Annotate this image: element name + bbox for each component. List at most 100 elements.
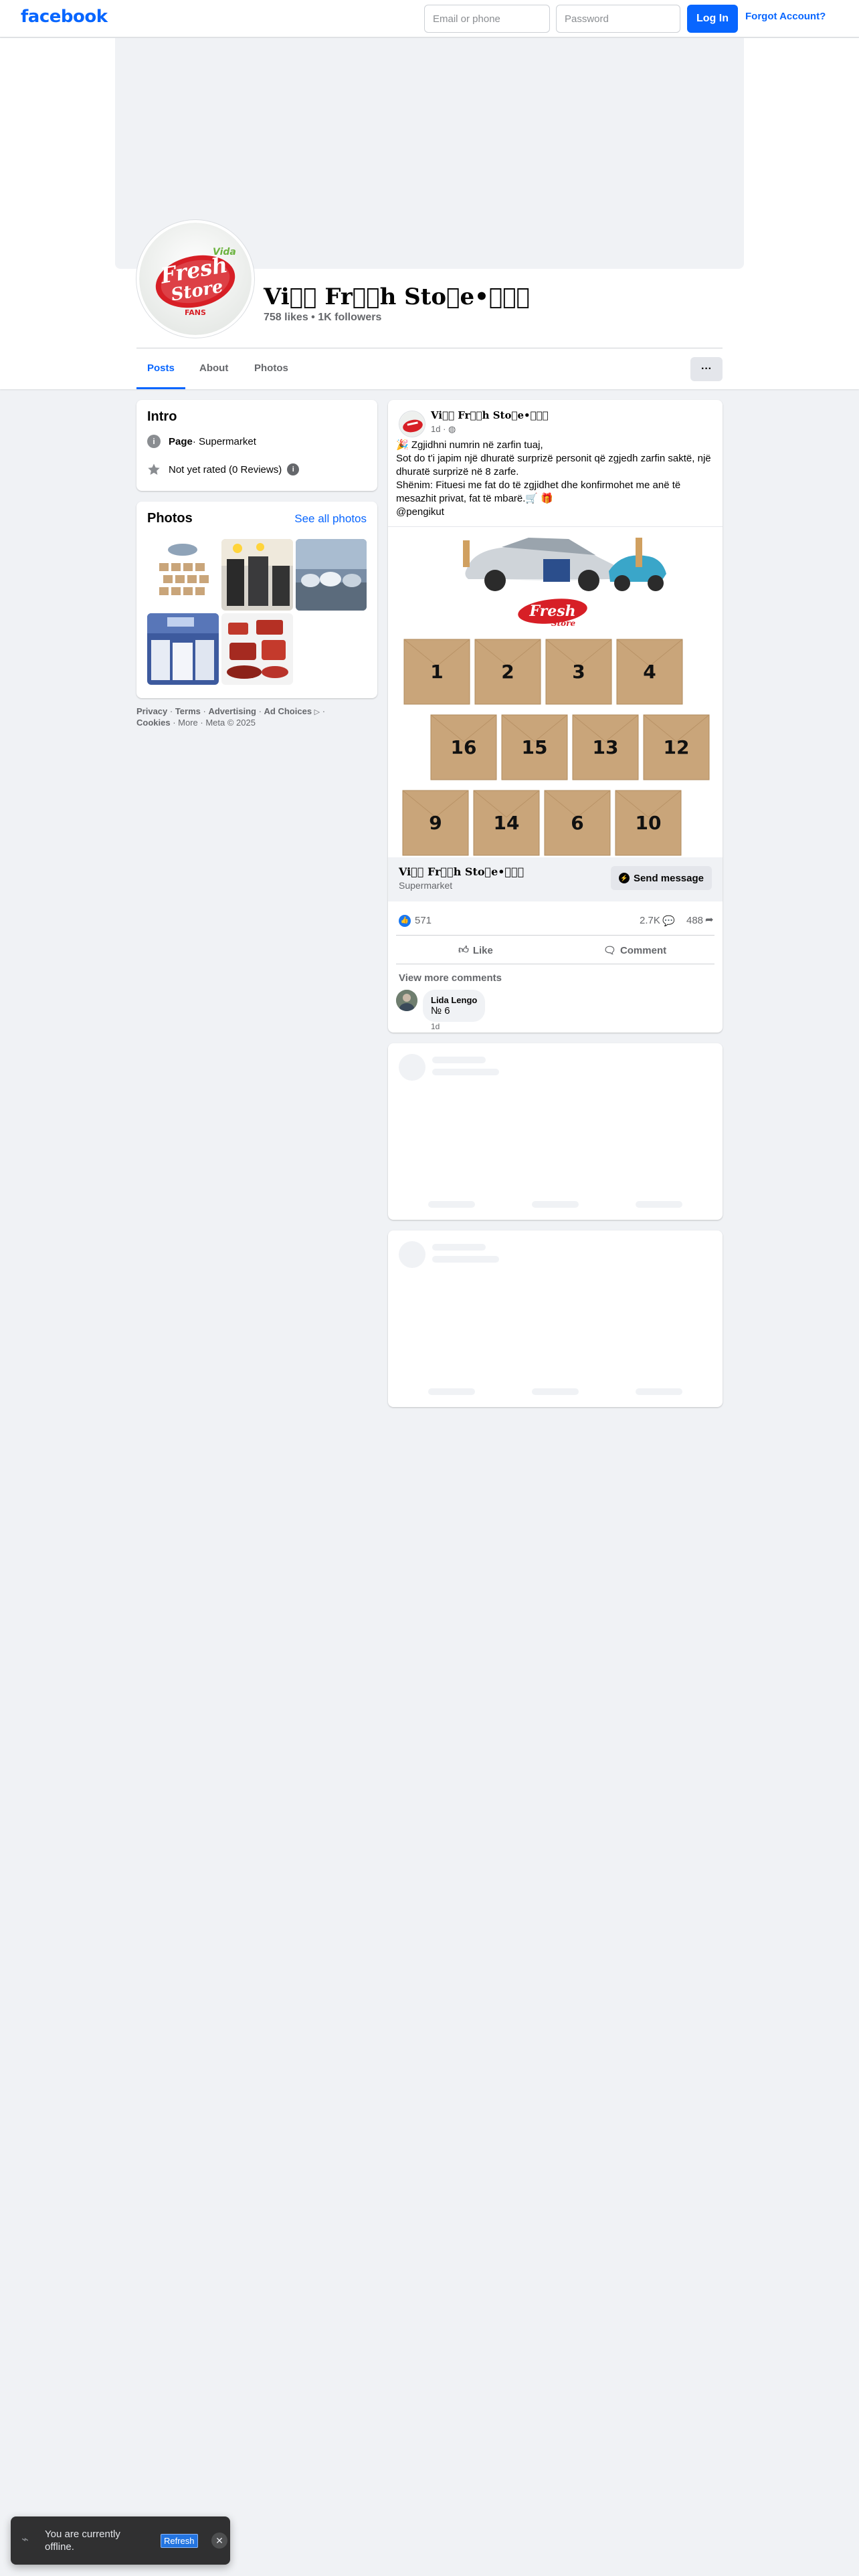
skeleton-line (432, 1057, 486, 1063)
svg-text:12: 12 (664, 736, 690, 758)
intro-category-row: i Page · Supermarket (147, 435, 256, 448)
messenger-icon: ⚡ (618, 873, 630, 883)
offline-wifi-icon: ⌁ (21, 2533, 29, 2546)
pots-photo (221, 613, 293, 685)
photo-thumb-2[interactable] (221, 539, 293, 611)
loading-post-card-2 (388, 1230, 723, 1407)
page-stats[interactable]: 758 likes • 1K followers (264, 312, 381, 324)
post-line-1: 🎉 Zgjidhni numrin në zarfin tuaj, (396, 439, 543, 451)
skeleton-line (428, 1201, 475, 1208)
post-line-2: Sot do t'i japim një dhuratë surprizë pe… (396, 453, 711, 477)
see-all-photos-link[interactable]: See all photos (294, 512, 367, 526)
more-link[interactable]: More (178, 718, 198, 728)
cookies-link[interactable]: Cookies (136, 718, 171, 728)
intro-rating-row: Not yet rated (0 Reviews) i (147, 463, 300, 476)
skeleton-line (532, 1388, 579, 1395)
svg-text:Fresh: Fresh (529, 603, 575, 620)
envelope-giveaway-graphic: Fresh Store 1 2 3 4 16 15 13 12 9 14 6 1… (388, 527, 723, 857)
photo-thumb-5[interactable] (221, 613, 293, 685)
skeleton-line (428, 1388, 475, 1395)
commenter-avatar[interactable] (396, 990, 417, 1011)
post-line-4: @pengikut (396, 506, 444, 518)
svg-text:FANS: FANS (185, 308, 206, 317)
svg-text:6: 6 (571, 812, 583, 834)
top-navigation-bar: facebook Log In Forgot Account? (0, 0, 859, 37)
photo-thumb-4[interactable] (147, 613, 219, 685)
like-reaction-icon[interactable]: 👍 (399, 915, 411, 927)
comment-icon: 🗨︎ (603, 945, 616, 956)
comment-author[interactable]: Lida Lengo (431, 995, 477, 1005)
advertising-link[interactable]: Advertising (208, 706, 256, 716)
login-button[interactable]: Log In (687, 5, 738, 33)
page-avatar[interactable]: Vida Fresh Store FANS (136, 220, 254, 338)
skeleton-avatar (399, 1054, 425, 1081)
close-toast-button[interactable]: ✕ (211, 2533, 227, 2549)
info-icon: i (147, 435, 161, 448)
offline-message: You are currently offline. (45, 2529, 120, 2553)
thumbs-up-icon: 👍︎ (458, 944, 469, 956)
skeleton-line (636, 1388, 682, 1395)
email-input[interactable] (424, 5, 550, 33)
refresh-button[interactable]: Refresh (161, 2534, 198, 2548)
more-options-button[interactable]: ··· (690, 357, 723, 381)
svg-text:1: 1 (430, 661, 443, 683)
post-card: Vi⃝⃝ Fr⃝⃝h Sto⃝e•⃝⃝⃝ 1d · ◍ 🎉 Zgjidhni n… (388, 400, 723, 1033)
comment-count-icon: 💬 (662, 916, 675, 927)
share-count[interactable]: 488 (686, 915, 703, 926)
svg-text:4: 4 (643, 661, 656, 683)
post-image[interactable]: Fresh Store 1 2 3 4 16 15 13 12 9 14 6 1… (388, 526, 723, 857)
ad-choices-link[interactable]: Ad Choices (264, 706, 312, 716)
intro-title: Intro (147, 409, 177, 424)
page-label: Page (169, 435, 193, 447)
fresh-store-logo: Vida Fresh Store FANS (139, 223, 252, 335)
svg-text:14: 14 (494, 812, 520, 834)
skeleton-line (636, 1201, 682, 1208)
skeleton-line (432, 1244, 486, 1251)
intro-card: Intro i Page · Supermarket Not yet rated… (136, 400, 377, 491)
photos-title: Photos (147, 511, 193, 526)
terms-link[interactable]: Terms (175, 706, 201, 716)
star-icon (147, 463, 161, 476)
globe-icon: ◍ (448, 424, 456, 434)
tab-posts[interactable]: Posts (136, 350, 185, 389)
meta-copyright: Meta © 2025 (205, 718, 256, 728)
footer-links: Privacy · Terms · Advertising · Ad Choic… (136, 706, 326, 728)
comment-timestamp[interactable]: 1d (431, 1022, 440, 1031)
svg-text:10: 10 (636, 812, 662, 834)
tab-about[interactable]: About (189, 350, 239, 389)
svg-text:2: 2 (501, 661, 514, 683)
post-author-name[interactable]: Vi⃝⃝ Fr⃝⃝h Sto⃝e•⃝⃝⃝ (431, 409, 549, 421)
svg-text:15: 15 (522, 736, 548, 758)
comment-bubble: Lida Lengo № 6 (423, 990, 486, 1022)
ad-choices-icon: ▷ (314, 708, 320, 716)
photo-thumb-1[interactable] (147, 539, 219, 611)
facebook-logo[interactable]: facebook (21, 7, 108, 27)
share-count-icon: ➦ (705, 914, 714, 926)
appliances-photo (221, 539, 293, 611)
category-label: · Supermarket (192, 435, 256, 447)
like-button[interactable]: 👍︎ Like (396, 936, 555, 965)
comment-text: № 6 (431, 1005, 450, 1016)
reaction-count[interactable]: 571 (415, 915, 432, 926)
skeleton-avatar (399, 1241, 425, 1268)
rating-info-icon[interactable]: i (287, 463, 300, 475)
post-actions: 👍︎ Like 🗨︎ Comment (396, 935, 714, 964)
post-line-3: Shënim: Fituesi me fat do të zgjidhet dh… (396, 479, 681, 504)
comment-count[interactable]: 2.7K (640, 915, 660, 926)
page-promo-bar: Vi⃝⃝ Fr⃝⃝h Sto⃝e•⃝⃝⃝ Supermarket ⚡ Send … (388, 857, 723, 901)
reactions-bar: 👍 571 2.7K 💬 488 ➦ (399, 914, 714, 930)
photos-card: Photos See all photos (136, 502, 377, 698)
view-more-comments-link[interactable]: View more comments (399, 972, 502, 984)
tab-photos[interactable]: Photos (244, 350, 299, 389)
loading-post-card-1 (388, 1043, 723, 1220)
promo-page-name[interactable]: Vi⃝⃝ Fr⃝⃝h Sto⃝e•⃝⃝⃝ (399, 865, 524, 878)
send-message-button[interactable]: ⚡ Send message (610, 866, 712, 890)
comment-button[interactable]: 🗨︎ Comment (555, 936, 714, 965)
forgot-account-link[interactable]: Forgot Account? (745, 11, 826, 22)
password-input[interactable] (556, 5, 680, 33)
post-timestamp[interactable]: 1d · ◍ (431, 424, 456, 435)
storage-boxes-photo (147, 613, 219, 685)
post-author-avatar[interactable] (399, 411, 425, 437)
photo-thumb-3[interactable] (296, 539, 367, 611)
privacy-link[interactable]: Privacy (136, 706, 167, 716)
